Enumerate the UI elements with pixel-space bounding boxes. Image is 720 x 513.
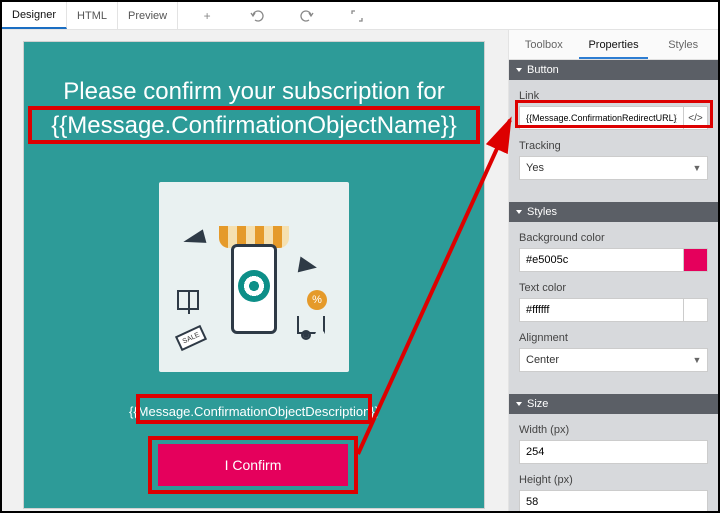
chevron-down-icon: ▼ [687, 163, 707, 173]
width-input[interactable] [520, 441, 707, 463]
chevron-down-icon: ▼ [687, 355, 707, 365]
headline-text: Please confirm your subscription for [24, 78, 484, 106]
tracking-value: Yes [520, 162, 687, 174]
tracking-field[interactable]: Yes ▼ [519, 156, 708, 180]
tab-html[interactable]: HTML [67, 2, 118, 29]
tab-preview[interactable]: Preview [118, 2, 178, 29]
height-input[interactable] [520, 491, 707, 511]
section-styles[interactable]: Styles [509, 202, 718, 222]
section-size[interactable]: Size [509, 394, 718, 414]
bgcolor-swatch[interactable] [683, 249, 707, 271]
undo-icon[interactable] [248, 7, 266, 25]
textcolor-input[interactable] [520, 299, 683, 321]
link-input[interactable] [520, 107, 683, 129]
tab-designer[interactable]: Designer [2, 2, 67, 29]
align-label: Alignment [519, 332, 708, 344]
textcolor-field[interactable] [519, 298, 708, 322]
panel-tab-styles[interactable]: Styles [648, 30, 718, 59]
fullscreen-icon[interactable] [348, 7, 366, 25]
align-field[interactable]: Center ▼ [519, 348, 708, 372]
width-label: Width (px) [519, 424, 708, 436]
merge-object-description: {{Message.ConfirmationObjectDescription}… [24, 404, 484, 419]
width-field[interactable] [519, 440, 708, 464]
merge-object-name: {{Message.ConfirmationObjectName}} [24, 112, 484, 140]
tracking-label: Tracking [519, 140, 708, 152]
bgcolor-field[interactable] [519, 248, 708, 272]
add-icon[interactable]: + [198, 7, 216, 25]
panel-tab-toolbox[interactable]: Toolbox [509, 30, 579, 59]
height-field[interactable] [519, 490, 708, 511]
redo-icon[interactable] [298, 7, 316, 25]
section-button[interactable]: Button [509, 60, 718, 80]
align-value: Center [520, 354, 687, 366]
textcolor-label: Text color [519, 282, 708, 294]
panel-tab-properties[interactable]: Properties [579, 30, 649, 59]
properties-panel: Toolbox Properties Styles Button Link </… [508, 30, 718, 511]
link-field[interactable]: </> [519, 106, 708, 130]
email-canvas[interactable]: Please confirm your subscription for {{M… [24, 42, 484, 508]
confirm-button[interactable]: I Confirm [158, 444, 348, 486]
hero-illustration: % SALE [159, 182, 349, 372]
height-label: Height (px) [519, 474, 708, 486]
bgcolor-input[interactable] [520, 249, 683, 271]
bgcolor-label: Background color [519, 232, 708, 244]
link-label: Link [519, 90, 708, 102]
textcolor-swatch[interactable] [683, 299, 707, 321]
code-icon[interactable]: </> [683, 107, 707, 129]
